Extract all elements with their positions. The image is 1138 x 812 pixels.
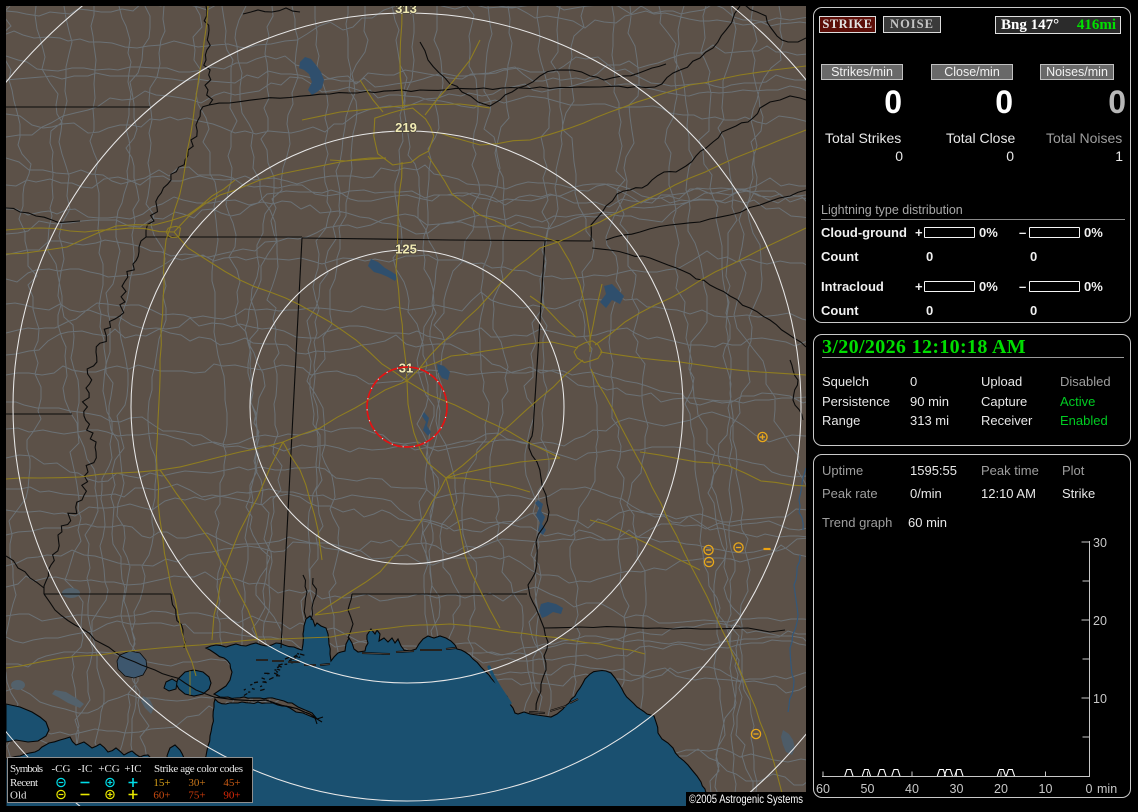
- svg-text:Symbols: Symbols: [10, 763, 43, 775]
- svg-text:313: 313: [395, 6, 417, 16]
- svg-text:+CG: +CG: [98, 763, 120, 775]
- svg-text:20: 20: [1093, 614, 1107, 628]
- svg-text:30: 30: [1093, 536, 1107, 550]
- svg-text:30+: 30+: [188, 777, 205, 789]
- svg-text:60+: 60+: [153, 790, 170, 802]
- svg-text:0: 0: [1086, 782, 1093, 796]
- svg-text:20: 20: [994, 782, 1008, 796]
- svg-text:60: 60: [816, 782, 830, 796]
- svg-text:Recent: Recent: [10, 777, 38, 789]
- svg-text:90+: 90+: [223, 790, 240, 802]
- svg-text:75+: 75+: [188, 790, 205, 802]
- svg-text:©2005 Astrogenic Systems: ©2005 Astrogenic Systems: [689, 792, 803, 806]
- svg-text:-CG: -CG: [52, 763, 71, 775]
- svg-text:Strike age color codes: Strike age color codes: [154, 763, 243, 775]
- svg-text:Old: Old: [10, 790, 27, 802]
- svg-text:10: 10: [1039, 782, 1053, 796]
- svg-text:219: 219: [395, 120, 417, 135]
- svg-text:-IC: -IC: [78, 763, 93, 775]
- svg-text:40: 40: [905, 782, 919, 796]
- svg-text:50: 50: [861, 782, 875, 796]
- svg-text:min: min: [1097, 782, 1117, 796]
- svg-text:15+: 15+: [153, 777, 170, 789]
- svg-text:45+: 45+: [223, 777, 240, 789]
- svg-text:30: 30: [950, 782, 964, 796]
- svg-text:10: 10: [1093, 692, 1107, 706]
- svg-text:125: 125: [395, 242, 417, 257]
- svg-text:+IC: +IC: [124, 763, 141, 775]
